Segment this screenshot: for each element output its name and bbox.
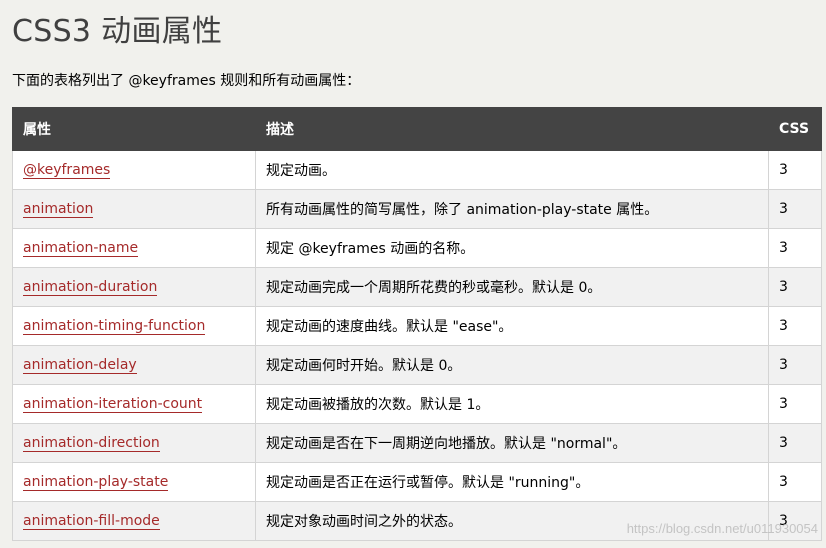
property-link[interactable]: animation	[23, 201, 94, 218]
column-header-property: 属性	[12, 107, 256, 151]
property-link[interactable]: animation-timing-function	[23, 318, 206, 335]
description-cell: 所有动画属性的简写属性，除了 animation-play-state 属性。	[255, 189, 769, 229]
property-link[interactable]: animation-duration	[23, 279, 158, 296]
css-version-cell: 3	[768, 189, 822, 229]
css-version-cell: 3	[768, 267, 822, 307]
description-cell: 规定动画是否正在运行或暂停。默认是 "running"。	[255, 462, 769, 502]
css-version-cell: 3	[768, 423, 822, 463]
css-version-cell: 3	[768, 228, 822, 268]
table-row: @keyframes 规定动画。 3	[12, 150, 822, 190]
property-cell: animation	[12, 189, 256, 229]
property-link[interactable]: animation-delay	[23, 357, 137, 374]
table-row: animation 所有动画属性的简写属性，除了 animation-play-…	[12, 189, 822, 229]
page-title: CSS3 动画属性	[12, 14, 223, 49]
property-cell: animation-timing-function	[12, 306, 256, 346]
property-link[interactable]: animation-name	[23, 240, 139, 257]
property-cell: animation-play-state	[12, 462, 256, 502]
table-row: animation-name 规定 @keyframes 动画的名称。 3	[12, 228, 822, 268]
css-version-cell: 3	[768, 384, 822, 424]
table-row: animation-timing-function 规定动画的速度曲线。默认是 …	[12, 306, 822, 346]
table-header: 属性 描述 CSS	[12, 107, 822, 151]
css-version-cell: 3	[768, 306, 822, 346]
css-version-cell: 3	[768, 150, 822, 190]
description-cell: 规定动画。	[255, 150, 769, 190]
table-header-row: 属性 描述 CSS	[12, 107, 822, 151]
property-cell: animation-direction	[12, 423, 256, 463]
intro-text: 下面的表格列出了 @keyframes 规则和所有动画属性：	[12, 73, 361, 89]
description-cell: 规定动画被播放的次数。默认是 1。	[255, 384, 769, 424]
property-link[interactable]: animation-direction	[23, 435, 160, 452]
description-cell: 规定动画的速度曲线。默认是 "ease"。	[255, 306, 769, 346]
description-cell: 规定动画何时开始。默认是 0。	[255, 345, 769, 385]
property-cell: animation-name	[12, 228, 256, 268]
css-version-cell: 3	[768, 345, 822, 385]
watermark: https://blog.csdn.net/u011930054	[626, 521, 818, 536]
table-body: @keyframes 规定动画。 3 animation 所有动画属性的简写属性…	[12, 150, 822, 541]
description-cell: 规定 @keyframes 动画的名称。	[255, 228, 769, 268]
animation-properties-table: 属性 描述 CSS @keyframes 规定动画。 3 animation 所…	[12, 107, 822, 541]
property-cell: animation-fill-mode	[12, 501, 256, 541]
table-row: animation-duration 规定动画完成一个周期所花费的秒或毫秒。默认…	[12, 267, 822, 307]
property-cell: animation-delay	[12, 345, 256, 385]
description-cell: 规定动画完成一个周期所花费的秒或毫秒。默认是 0。	[255, 267, 769, 307]
property-cell: animation-duration	[12, 267, 256, 307]
table-row: animation-play-state 规定动画是否正在运行或暂停。默认是 "…	[12, 462, 822, 502]
column-header-description: 描述	[255, 107, 769, 151]
property-link[interactable]: @keyframes	[23, 162, 111, 179]
css-version-cell: 3	[768, 462, 822, 502]
property-link[interactable]: animation-fill-mode	[23, 513, 160, 530]
description-cell: 规定动画是否在下一周期逆向地播放。默认是 "normal"。	[255, 423, 769, 463]
table-row: animation-direction 规定动画是否在下一周期逆向地播放。默认是…	[12, 423, 822, 463]
property-cell: @keyframes	[12, 150, 256, 190]
property-cell: animation-iteration-count	[12, 384, 256, 424]
table-row: animation-delay 规定动画何时开始。默认是 0。 3	[12, 345, 822, 385]
property-link[interactable]: animation-play-state	[23, 474, 169, 491]
column-header-css: CSS	[768, 107, 822, 151]
property-link[interactable]: animation-iteration-count	[23, 396, 203, 413]
table-row: animation-iteration-count 规定动画被播放的次数。默认是…	[12, 384, 822, 424]
